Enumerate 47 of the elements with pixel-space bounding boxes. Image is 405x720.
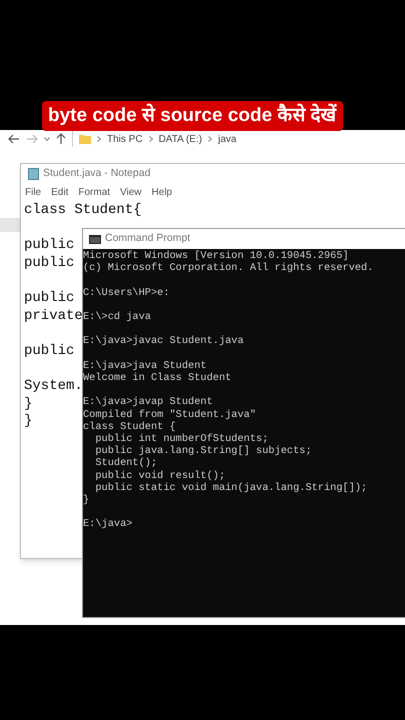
up-arrow-icon[interactable] (56, 133, 66, 145)
window-title: Command Prompt (105, 231, 190, 246)
notepad-icon (28, 168, 39, 180)
terminal-line: Compiled from "Student.java" (83, 408, 256, 421)
code-line: System. (24, 378, 83, 396)
chevron-right-icon (148, 136, 153, 142)
terminal-line: E:\java>javap Student (83, 396, 213, 409)
window-title: Student.java - Notepad (43, 166, 150, 182)
code-line: public (24, 254, 74, 272)
code-line: public (24, 342, 74, 360)
breadcrumb-item[interactable]: DATA (E:) (158, 132, 202, 146)
terminal-icon (89, 234, 101, 244)
terminal-line: } (83, 494, 90, 506)
menu-item[interactable]: File (25, 184, 42, 200)
code-line: class Student{ (24, 202, 142, 220)
chevron-right-icon (97, 136, 101, 142)
chevron-down-icon[interactable] (44, 137, 50, 141)
terminal-line: Student(); (94, 457, 158, 470)
terminal-line: E:\java> (83, 518, 132, 531)
terminal-line: public int numberOfStudents; (94, 432, 268, 446)
menu-item[interactable]: View (120, 184, 142, 200)
terminal-line: public java.lang.String[] subjects; (94, 445, 312, 458)
terminal-line: Microsoft Windows [Version 10.0.19045.2965] (83, 250, 349, 262)
breadcrumb-item[interactable]: java (218, 132, 236, 146)
terminal-line: E:\java>javac Student.java (83, 335, 244, 348)
terminal-line: E:\>cd java (83, 310, 151, 324)
menu-item[interactable]: Help (152, 184, 172, 200)
terminal-line: Welcome in Class Student (83, 372, 232, 384)
code-line: } (24, 413, 32, 431)
terminal-line: public void result(); (94, 470, 226, 482)
chevron-right-icon (208, 136, 212, 142)
terminal-line: class Student { (83, 420, 176, 433)
terminal-line: public static void main(java.lang.String[]); (94, 482, 368, 494)
sidebar-highlight (0, 218, 20, 232)
code-line: public (24, 237, 74, 255)
terminal-line: E:\java>java Student (83, 360, 207, 372)
back-arrow-icon[interactable] (8, 134, 20, 144)
code-line: } (24, 396, 32, 414)
folder-icon (79, 134, 91, 144)
menu-item[interactable]: Format (78, 184, 110, 200)
breadcrumb-item[interactable]: This PC (107, 132, 143, 146)
menu-item[interactable]: Edit (51, 184, 68, 200)
terminal-line: (c) Microsoft Corporation. All rights reserved. (83, 262, 374, 274)
caption-banner: byte code से source code कैसे देखें (42, 101, 343, 131)
code-line: private (24, 308, 83, 326)
terminal-line: C:\Users\HP>e: (83, 286, 170, 299)
code-line: public (24, 290, 74, 308)
